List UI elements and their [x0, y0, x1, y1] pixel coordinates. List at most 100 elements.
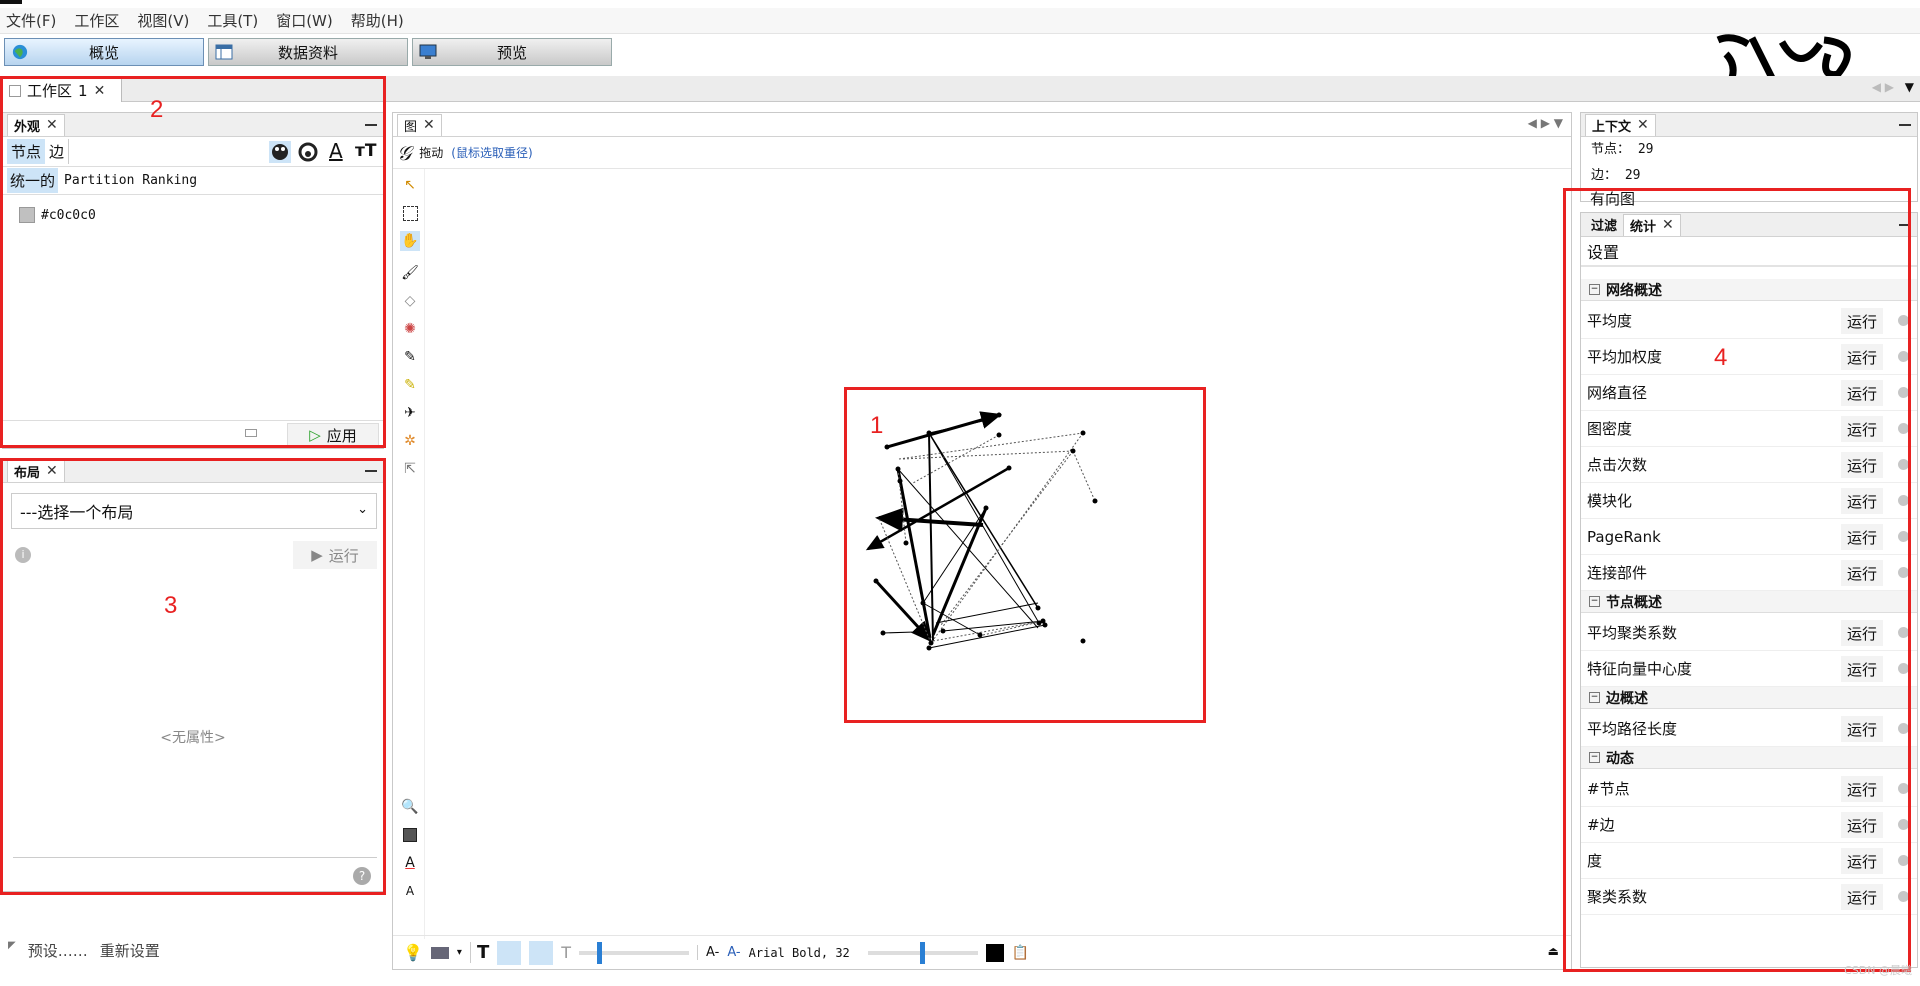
- label-color-icon[interactable]: A: [329, 139, 343, 163]
- collapse-icon[interactable]: −: [1589, 692, 1600, 703]
- menu-file[interactable]: 文件(F): [6, 10, 56, 31]
- nodes-tab[interactable]: 节点: [7, 139, 46, 164]
- run-button[interactable]: 运行: [1841, 620, 1883, 646]
- run-button[interactable]: 运行: [1841, 380, 1883, 406]
- minimize-icon[interactable]: [1899, 124, 1911, 126]
- font-increase-icon[interactable]: A-: [727, 945, 740, 960]
- run-button[interactable]: 运行: [1841, 560, 1883, 586]
- help-icon[interactable]: ?: [353, 867, 371, 885]
- edges-tab[interactable]: 边: [45, 139, 70, 164]
- label-size-icon[interactable]: A: [400, 881, 420, 901]
- drag-tool-icon[interactable]: ✋: [400, 231, 420, 251]
- label-size-slider[interactable]: [867, 941, 978, 964]
- layout-run-button[interactable]: ▶ 运行: [293, 541, 377, 569]
- label-color-swatch[interactable]: [985, 943, 1004, 962]
- run-button[interactable]: 运行: [1841, 308, 1883, 334]
- reset-button[interactable]: 重新设置: [100, 940, 160, 961]
- pointer-icon[interactable]: ↖: [400, 175, 420, 195]
- run-button[interactable]: 运行: [1841, 656, 1883, 682]
- run-button[interactable]: 运行: [1841, 416, 1883, 442]
- close-icon[interactable]: ✕: [1637, 117, 1649, 133]
- stats-section-header[interactable]: − 动态: [1581, 747, 1917, 769]
- minimize-icon[interactable]: [365, 470, 377, 472]
- background-color-icon[interactable]: [400, 825, 420, 845]
- label-size-icon[interactable]: тT: [355, 141, 376, 161]
- close-icon[interactable]: ✕: [46, 117, 58, 133]
- edge-straight-icon[interactable]: [497, 940, 522, 965]
- color-picker-icon[interactable]: ✺: [400, 319, 420, 339]
- menu-help[interactable]: 帮助(H): [351, 10, 404, 31]
- text-tool-icon[interactable]: T: [469, 942, 489, 963]
- workspace-tab[interactable]: 工作区 1 ✕: [2, 78, 122, 102]
- preview-button[interactable]: 预览: [412, 38, 612, 66]
- statistics-tab[interactable]: 统计 ✕: [1623, 213, 1681, 236]
- chevron-down-icon[interactable]: ▾: [457, 947, 462, 958]
- color-swatch[interactable]: [19, 207, 35, 223]
- edge-curved-icon[interactable]: [529, 940, 554, 965]
- run-button[interactable]: 运行: [1841, 812, 1883, 838]
- minimize-icon[interactable]: [365, 124, 377, 126]
- edge-pencil-icon[interactable]: ✎: [400, 375, 420, 395]
- menu-view[interactable]: 视图(V): [137, 10, 189, 31]
- minimize-icon[interactable]: [1899, 224, 1911, 226]
- chain-icon[interactable]: [245, 429, 257, 437]
- collapse-icon[interactable]: −: [1589, 284, 1600, 295]
- stats-section-header[interactable]: − 边概述: [1581, 687, 1917, 709]
- run-button[interactable]: 运行: [1841, 344, 1883, 370]
- diamond-icon[interactable]: ◇: [400, 291, 420, 311]
- gear-icon[interactable]: ✲: [400, 431, 420, 451]
- palette-icon[interactable]: [269, 141, 291, 163]
- data-lab-button[interactable]: 数据资料: [208, 38, 408, 66]
- run-button[interactable]: 运行: [1841, 524, 1883, 550]
- airplane-icon[interactable]: ✈: [400, 403, 420, 423]
- run-button[interactable]: 运行: [1841, 452, 1883, 478]
- close-icon[interactable]: ✕: [46, 463, 58, 479]
- screenshot-icon[interactable]: [430, 946, 449, 959]
- pencil-icon[interactable]: ✎: [400, 347, 420, 367]
- label-color-icon[interactable]: A: [400, 853, 420, 873]
- run-button[interactable]: 运行: [1841, 776, 1883, 802]
- lightbulb-icon[interactable]: 💡: [403, 943, 423, 962]
- run-button[interactable]: 运行: [1841, 488, 1883, 514]
- overview-button[interactable]: 概览: [4, 38, 204, 66]
- text-outline-icon[interactable]: T: [561, 943, 571, 962]
- presets-button[interactable]: 预设……: [28, 940, 88, 961]
- stats-section-header[interactable]: − 节点概述: [1581, 591, 1917, 613]
- stats-section-header[interactable]: − 网络概述: [1581, 279, 1917, 301]
- layout-tab[interactable]: 布局 ✕: [7, 459, 65, 482]
- graph-tab-nav[interactable]: ◀ ▶ ▼: [1528, 116, 1563, 130]
- partition-ranking-tab[interactable]: Partition Ranking: [64, 173, 197, 188]
- collapse-icon[interactable]: −: [1589, 596, 1600, 607]
- clipboard-icon[interactable]: 📋: [1012, 945, 1029, 961]
- context-tab[interactable]: 上下文 ✕: [1585, 113, 1656, 136]
- expand-icon[interactable]: ⏏: [1548, 944, 1559, 958]
- brush-icon[interactable]: 🖌: [400, 263, 420, 283]
- layout-select[interactable]: ---选择一个布局 ⌄: [11, 493, 377, 529]
- run-button[interactable]: 运行: [1841, 884, 1883, 910]
- edge-width-slider[interactable]: [579, 941, 690, 964]
- menu-tools[interactable]: 工具(T): [207, 10, 258, 31]
- network-graph[interactable]: [843, 403, 1163, 693]
- close-icon[interactable]: ✕: [423, 117, 435, 133]
- menu-window[interactable]: 窗口(W): [276, 10, 333, 31]
- filter-tab[interactable]: 过滤: [1585, 213, 1624, 236]
- rect-select-icon[interactable]: [400, 203, 420, 223]
- apply-button[interactable]: ▷ 应用: [287, 423, 379, 447]
- font-label[interactable]: Arial Bold, 32: [749, 946, 850, 960]
- close-icon[interactable]: ✕: [94, 83, 106, 99]
- tab-scroll-arrows[interactable]: ◀ ▶: [1872, 80, 1894, 94]
- run-button[interactable]: 运行: [1841, 848, 1883, 874]
- info-icon[interactable]: i: [15, 547, 31, 563]
- unique-tab[interactable]: 统一的: [7, 168, 59, 193]
- graph-tab[interactable]: 图 ✕: [397, 113, 442, 136]
- menu-workspace[interactable]: 工作区: [74, 10, 119, 31]
- appearance-tab[interactable]: 外观 ✕: [7, 113, 65, 136]
- zoom-icon[interactable]: 🔍: [400, 797, 420, 817]
- run-button[interactable]: 运行: [1841, 716, 1883, 742]
- pointer-help-icon[interactable]: ⇱: [400, 459, 420, 479]
- size-icon[interactable]: [297, 141, 319, 163]
- close-icon[interactable]: ✕: [1662, 217, 1674, 233]
- font-decrease-icon[interactable]: A-: [697, 945, 719, 960]
- tab-dropdown-icon[interactable]: ▼: [1905, 80, 1914, 94]
- settings-button[interactable]: 设置: [1581, 237, 1917, 267]
